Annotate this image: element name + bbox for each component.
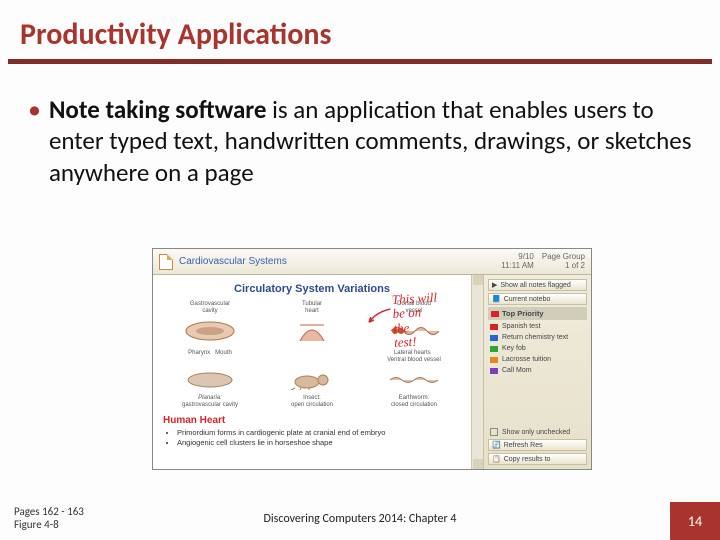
page-icon (159, 254, 173, 270)
flag-icon (491, 311, 499, 317)
sub-bullet: Angiogenic cell clusters lie in horsesho… (177, 438, 465, 447)
slide-number: 14 (670, 502, 720, 540)
handwritten-annotation: This will be on the test! (392, 289, 469, 350)
notebook-selector[interactable]: 📘 Current notebo (488, 293, 587, 305)
show-unchecked-toggle[interactable]: Show only unchecked (488, 427, 587, 437)
task-pane: ▶ Show all notes flagged 📘 Current noteb… (483, 275, 591, 469)
bullet-text: Note taking software is an application t… (49, 94, 692, 188)
flag-item[interactable]: Key fob (488, 344, 587, 353)
app-titlebar: Cardiovascular Systems 9/1011:11 AM Page… (153, 249, 591, 275)
refresh-button[interactable]: 🔄 Refresh Res (488, 439, 587, 451)
flag-icon (490, 357, 498, 363)
flag-item[interactable]: Return chemistry text (488, 333, 587, 342)
flag-item[interactable]: Lacrosse tuition (488, 355, 587, 364)
sub-bullet-list: Primordium forms in cardiogenic plate at… (169, 428, 465, 447)
checkbox-icon (490, 428, 498, 436)
notebook-title: Cardiovascular Systems (179, 256, 287, 267)
footer-center: Discovering Computers 2014: Chapter 4 (0, 512, 720, 526)
flag-icon (490, 335, 498, 341)
copy-results-button[interactable]: 📋 Copy results to (488, 453, 587, 465)
scrollbar[interactable] (471, 275, 483, 469)
page-group: Page Group1 of 2 (542, 253, 585, 271)
flag-item[interactable]: Call Mom (488, 366, 587, 375)
timestamp: 9/1011:11 AM (501, 253, 534, 271)
flag-icon (490, 346, 498, 352)
priority-header: Top Priority (488, 307, 587, 320)
organism-2: Insect:open circulation (269, 367, 355, 408)
embedded-app-screenshot: Cardiovascular Systems 9/1011:11 AM Page… (152, 248, 592, 470)
organism-3: Earthworm:closed circulation (371, 367, 457, 408)
bullet-marker: • (28, 94, 41, 124)
flag-icon (490, 368, 498, 374)
organism-1: Planaria:gastrovascular cavity (167, 367, 253, 408)
flag-icon (490, 324, 498, 330)
bullet-item: • Note taking software is an application… (28, 94, 692, 188)
bullet-bold: Note taking software (49, 94, 267, 125)
diagram-2: Tubularheart (282, 301, 342, 363)
slide-footer: Pages 162 - 163Figure 4-8 Discovering Co… (0, 492, 720, 540)
diagram-1: Gastrovascularcavity Pharynx Mouth (180, 301, 240, 363)
sub-bullet: Primordium forms in cardiogenic plate at… (177, 428, 465, 437)
slide-title: Productivity Applications (20, 16, 700, 53)
flag-item[interactable]: Spanish test (488, 322, 587, 331)
note-page: Circulatory System Variations Gastrovasc… (153, 275, 471, 469)
section-heading: Human Heart (163, 415, 465, 426)
show-all-flagged-button[interactable]: ▶ Show all notes flagged (488, 279, 587, 291)
